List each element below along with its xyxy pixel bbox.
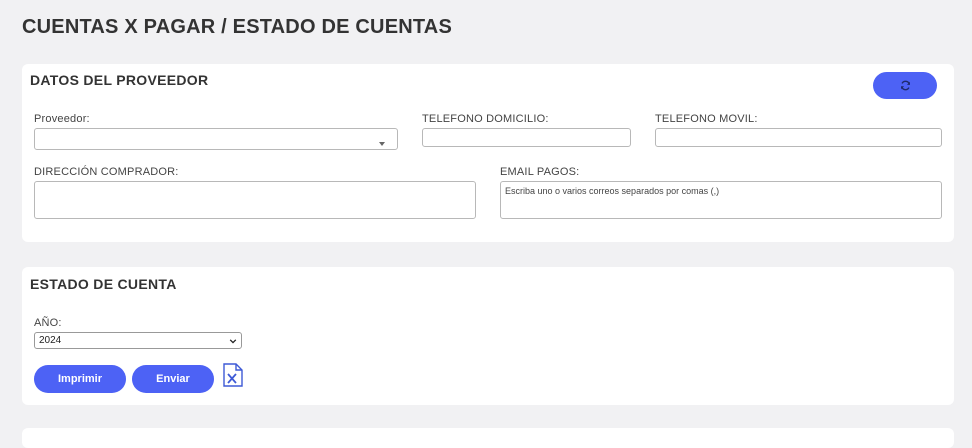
direccion-label: DIRECCIÓN COMPRADOR: [34, 166, 179, 178]
imprimir-button[interactable]: Imprimir [34, 365, 126, 393]
estado-card: ESTADO DE CUENTA AÑO: 2024 Imprimir Envi… [22, 267, 954, 405]
proveedor-card: DATOS DEL PROVEEDOR Proveedor: TELEFONO … [22, 64, 954, 242]
year-select[interactable]: 2024 [34, 332, 242, 349]
proveedor-section-title: DATOS DEL PROVEEDOR [30, 72, 209, 88]
telefono-movil-input[interactable] [655, 128, 942, 147]
direccion-textarea[interactable] [34, 181, 476, 219]
proveedor-select[interactable] [34, 128, 398, 150]
telefono-movil-label: TELEFONO MOVIL: [655, 113, 758, 125]
year-label: AÑO: [34, 317, 62, 329]
telefono-domicilio-label: TELEFONO DOMICILIO: [422, 113, 549, 125]
estado-section-title: ESTADO DE CUENTA [30, 276, 177, 292]
excel-file-icon[interactable] [222, 363, 244, 387]
enviar-button[interactable]: Enviar [132, 365, 214, 393]
chevron-down-icon [379, 142, 385, 146]
email-textarea[interactable] [500, 181, 942, 219]
bottom-card [22, 428, 954, 448]
proveedor-label: Proveedor: [34, 113, 90, 125]
year-select-value: 2024 [39, 335, 62, 346]
refresh-icon [900, 80, 910, 91]
page-title: CUENTAS X PAGAR / ESTADO DE CUENTAS [22, 16, 452, 38]
refresh-button[interactable] [873, 72, 937, 99]
chevron-down-icon [229, 339, 237, 344]
telefono-domicilio-input[interactable] [422, 128, 631, 147]
email-label: EMAIL PAGOS: [500, 166, 580, 178]
